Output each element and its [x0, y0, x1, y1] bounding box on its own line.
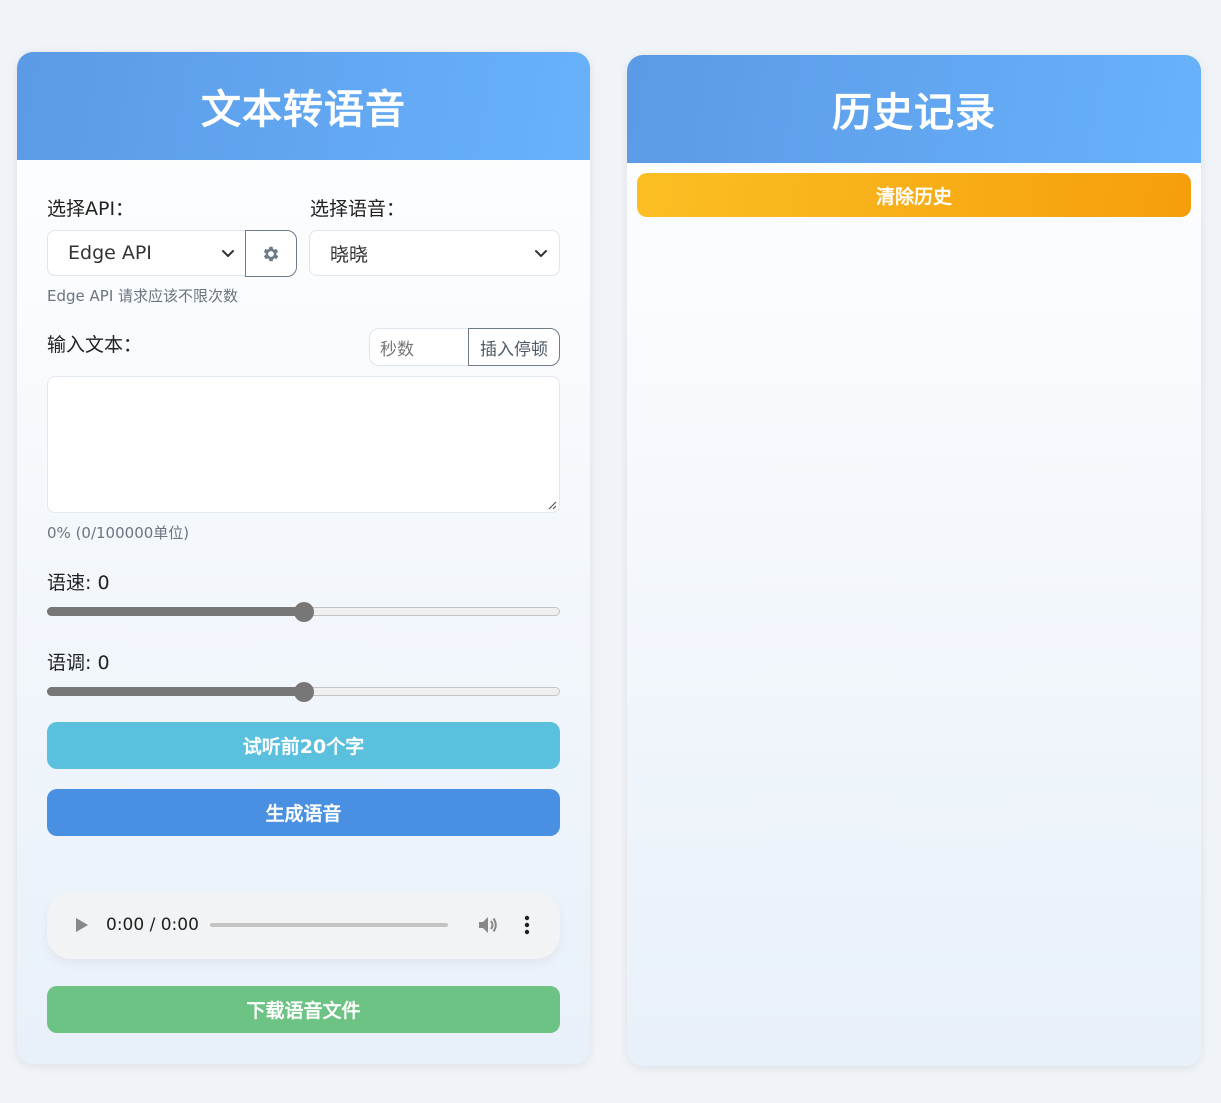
text-input[interactable]	[47, 376, 560, 513]
text-input-label: 输入文本：	[47, 334, 143, 356]
api-settings-button[interactable]	[245, 230, 297, 277]
chevron-down-icon	[535, 250, 547, 257]
speed-label: 语速: 0	[47, 572, 110, 594]
pitch-slider-thumb[interactable]	[293, 682, 314, 702]
voice-select[interactable]: 晓晓	[309, 230, 560, 276]
resize-handle-icon[interactable]	[547, 500, 557, 510]
clear-history-button[interactable]: 清除历史	[637, 173, 1191, 217]
api-label: 选择API：	[47, 198, 135, 220]
audio-progress-bar[interactable]	[210, 923, 448, 927]
preview-button[interactable]: 试听前20个字	[47, 722, 560, 769]
voice-label: 选择语音：	[310, 198, 406, 220]
history-panel-title: 历史记录	[627, 55, 1201, 163]
pitch-label: 语调: 0	[47, 652, 110, 674]
audio-time: 0:00 / 0:00	[106, 915, 199, 935]
insert-pause-button[interactable]: 插入停顿	[468, 328, 560, 366]
pitch-slider-fill	[47, 687, 304, 696]
char-count: 0% (0/100000单位)	[47, 524, 190, 542]
more-vertical-icon[interactable]	[524, 915, 530, 935]
generate-button[interactable]: 生成语音	[47, 789, 560, 836]
gear-icon	[263, 246, 279, 261]
audio-player: 0:00 / 0:00	[47, 892, 560, 959]
api-select[interactable]: Edge API	[47, 230, 247, 276]
pause-seconds-placeholder: 秒数	[380, 339, 414, 360]
tts-panel-title: 文本转语音	[17, 52, 590, 160]
speed-slider-fill	[47, 607, 304, 616]
history-panel: 历史记录 清除历史	[627, 55, 1201, 1066]
download-button[interactable]: 下载语音文件	[47, 986, 560, 1033]
pitch-slider[interactable]	[47, 682, 560, 702]
speed-slider-thumb[interactable]	[293, 602, 314, 622]
api-hint: Edge API 请求应该不限次数	[47, 287, 239, 305]
play-icon[interactable]	[75, 917, 89, 933]
speed-slider[interactable]	[47, 602, 560, 622]
pause-seconds-input[interactable]: 秒数	[369, 328, 469, 366]
volume-icon[interactable]	[477, 915, 499, 935]
api-select-value: Edge API	[68, 242, 152, 264]
chevron-down-icon	[222, 250, 234, 257]
tts-panel: 文本转语音 选择API： 选择语音： Edge API 晓晓 Edge API …	[17, 52, 590, 1064]
voice-select-value: 晓晓	[330, 243, 369, 266]
